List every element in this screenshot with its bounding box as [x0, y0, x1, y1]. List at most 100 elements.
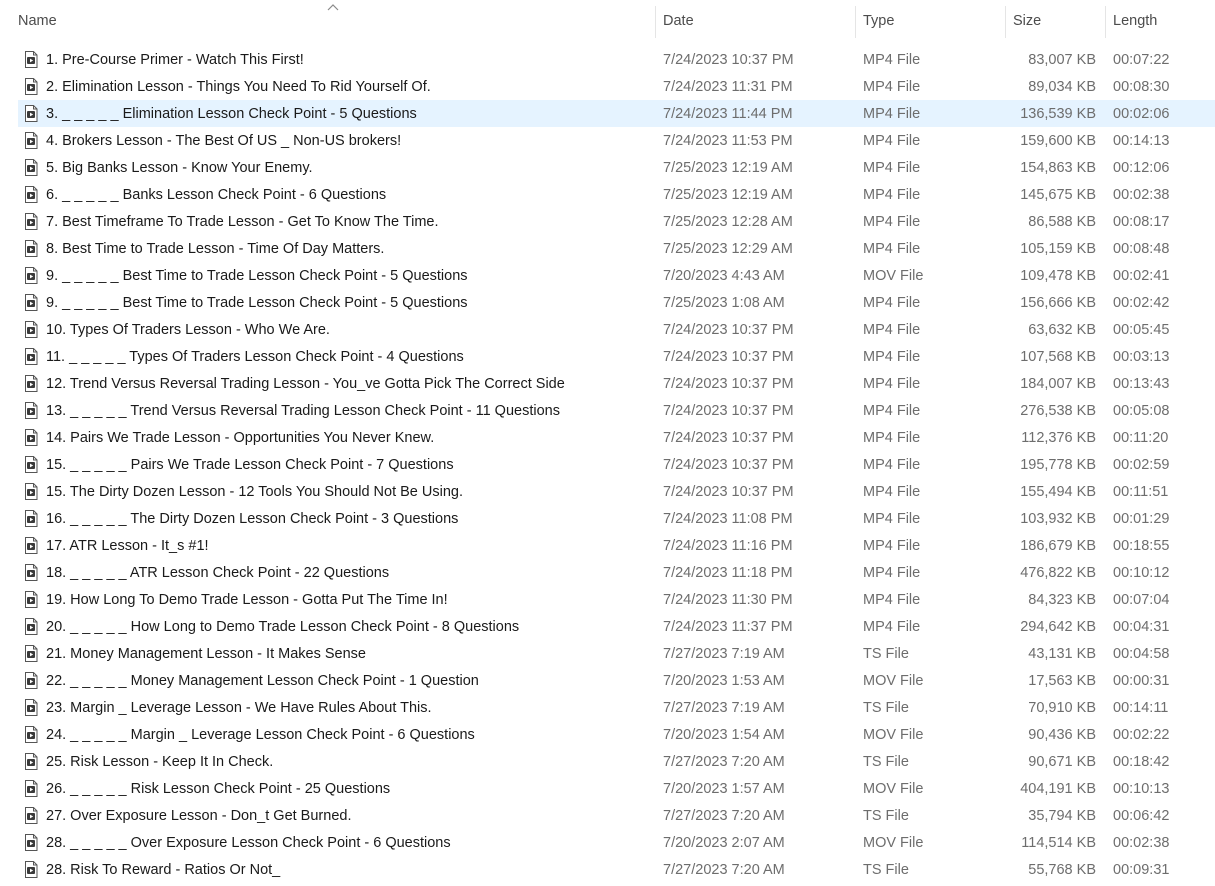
- file-date: 7/25/2023 12:19 AM: [663, 159, 793, 176]
- file-name-cell[interactable]: 27. Over Exposure Lesson - Don_t Get Bur…: [24, 802, 644, 829]
- file-name-cell[interactable]: 8. Best Time to Trade Lesson - Time Of D…: [24, 235, 644, 262]
- file-name-cell[interactable]: 9. _ _ _ _ _ Best Time to Trade Lesson C…: [24, 262, 644, 289]
- file-row[interactable]: 1. Pre-Course Primer - Watch This First!…: [0, 46, 1215, 73]
- file-row[interactable]: 22. _ _ _ _ _ Money Management Lesson Ch…: [0, 667, 1215, 694]
- file-name-cell[interactable]: 15. The Dirty Dozen Lesson - 12 Tools Yo…: [24, 478, 644, 505]
- column-header-name[interactable]: Name: [10, 0, 655, 42]
- file-name-cell[interactable]: 6. _ _ _ _ _ Banks Lesson Check Point - …: [24, 181, 644, 208]
- file-name-cell[interactable]: 28. Risk To Reward - Ratios Or Not_: [24, 856, 644, 883]
- file-name-cell[interactable]: 17. ATR Lesson - It_s #1!: [24, 532, 644, 559]
- file-row[interactable]: 15. _ _ _ _ _ Pairs We Trade Lesson Chec…: [0, 451, 1215, 478]
- file-date: 7/24/2023 11:30 PM: [663, 591, 793, 608]
- file-name-cell[interactable]: 22. _ _ _ _ _ Money Management Lesson Ch…: [24, 667, 644, 694]
- file-name-cell[interactable]: 14. Pairs We Trade Lesson - Opportunitie…: [24, 424, 644, 451]
- file-row[interactable]: 8. Best Time to Trade Lesson - Time Of D…: [0, 235, 1215, 262]
- file-type: MP4 File: [863, 429, 921, 446]
- file-name: 3. _ _ _ _ _ Elimination Lesson Check Po…: [46, 105, 417, 122]
- file-row[interactable]: 6. _ _ _ _ _ Banks Lesson Check Point - …: [0, 181, 1215, 208]
- file-name-cell[interactable]: 18. _ _ _ _ _ ATR Lesson Check Point - 2…: [24, 559, 644, 586]
- file-row[interactable]: 13. _ _ _ _ _ Trend Versus Reversal Trad…: [0, 397, 1215, 424]
- file-row[interactable]: 23. Margin _ Leverage Lesson - We Have R…: [0, 694, 1215, 721]
- file-name-cell[interactable]: 3. _ _ _ _ _ Elimination Lesson Check Po…: [24, 100, 644, 127]
- file-length: 00:07:04: [1113, 591, 1170, 608]
- file-type: MOV File: [863, 672, 924, 689]
- file-row[interactable]: 17. ATR Lesson - It_s #1! 7/24/2023 11:16…: [0, 532, 1215, 559]
- file-row[interactable]: 20. _ _ _ _ _ How Long to Demo Trade Les…: [0, 613, 1215, 640]
- file-row[interactable]: 16. _ _ _ _ _ The Dirty Dozen Lesson Che…: [0, 505, 1215, 532]
- file-name-cell[interactable]: 28. _ _ _ _ _ Over Exposure Lesson Check…: [24, 829, 644, 856]
- file-row[interactable]: 7. Best Timeframe To Trade Lesson - Get …: [0, 208, 1215, 235]
- file-name-cell[interactable]: 23. Margin _ Leverage Lesson - We Have R…: [24, 694, 644, 721]
- file-size: 114,514 KB: [1021, 834, 1096, 851]
- file-length: 00:03:13: [1113, 348, 1170, 365]
- file-length: 00:10:13: [1113, 780, 1170, 797]
- file-size: 136,539 KB: [1020, 105, 1096, 122]
- file-name: 8. Best Time to Trade Lesson - Time Of D…: [46, 240, 385, 257]
- file-type: MOV File: [863, 267, 924, 284]
- file-date: 7/24/2023 11:44 PM: [663, 105, 793, 122]
- file-name-cell[interactable]: 19. How Long To Demo Trade Lesson - Gott…: [24, 586, 644, 613]
- file-type: MP4 File: [863, 78, 921, 95]
- file-name: 28. Risk To Reward - Ratios Or Not_: [46, 861, 281, 878]
- file-row[interactable]: 4. Brokers Lesson - The Best Of US _ Non…: [0, 127, 1215, 154]
- file-row[interactable]: 24. _ _ _ _ _ Margin _ Leverage Lesson C…: [0, 721, 1215, 748]
- file-row[interactable]: 15. The Dirty Dozen Lesson - 12 Tools Yo…: [0, 478, 1215, 505]
- file-row[interactable]: 25. Risk Lesson - Keep It In Check. 7/27/…: [0, 748, 1215, 775]
- file-name-cell[interactable]: 12. Trend Versus Reversal Trading Lesson…: [24, 370, 644, 397]
- file-row[interactable]: 2. Elimination Lesson - Things You Need …: [0, 73, 1215, 100]
- file-name-cell[interactable]: 20. _ _ _ _ _ How Long to Demo Trade Les…: [24, 613, 644, 640]
- file-row[interactable]: 9. _ _ _ _ _ Best Time to Trade Lesson C…: [0, 262, 1215, 289]
- file-name-cell[interactable]: 2. Elimination Lesson - Things You Need …: [24, 73, 644, 100]
- file-name-cell[interactable]: 9. _ _ _ _ _ Best Time to Trade Lesson C…: [24, 289, 644, 316]
- video-file-icon: [24, 672, 38, 689]
- file-row[interactable]: 26. _ _ _ _ _ Risk Lesson Check Point - …: [0, 775, 1215, 802]
- column-header-length[interactable]: Length: [1105, 0, 1215, 42]
- file-row[interactable]: 27. Over Exposure Lesson - Don_t Get Bur…: [0, 802, 1215, 829]
- file-length: 00:09:31: [1113, 861, 1170, 878]
- file-name-cell[interactable]: 13. _ _ _ _ _ Trend Versus Reversal Trad…: [24, 397, 644, 424]
- file-name-cell[interactable]: 21. Money Management Lesson - It Makes S…: [24, 640, 644, 667]
- file-name-cell[interactable]: 15. _ _ _ _ _ Pairs We Trade Lesson Chec…: [24, 451, 644, 478]
- file-name: 11. _ _ _ _ _ Types Of Traders Lesson Ch…: [46, 348, 464, 365]
- file-type: MP4 File: [863, 618, 921, 635]
- file-date: 7/20/2023 1:53 AM: [663, 672, 785, 689]
- file-name-cell[interactable]: 16. _ _ _ _ _ The Dirty Dozen Lesson Che…: [24, 505, 644, 532]
- file-name-cell[interactable]: 4. Brokers Lesson - The Best Of US _ Non…: [24, 127, 644, 154]
- video-file-icon: [24, 780, 38, 797]
- file-size: 112,376 KB: [1021, 429, 1096, 446]
- file-date: 7/24/2023 11:37 PM: [663, 618, 793, 635]
- file-length: 00:02:06: [1113, 105, 1170, 122]
- file-row[interactable]: 21. Money Management Lesson - It Makes S…: [0, 640, 1215, 667]
- file-row[interactable]: 28. _ _ _ _ _ Over Exposure Lesson Check…: [0, 829, 1215, 856]
- file-name-cell[interactable]: 10. Types Of Traders Lesson - Who We Are…: [24, 316, 644, 343]
- file-row[interactable]: 28. Risk To Reward - Ratios Or Not_ 7/27/…: [0, 856, 1215, 883]
- file-name-cell[interactable]: 7. Best Timeframe To Trade Lesson - Get …: [24, 208, 644, 235]
- file-size: 90,671 KB: [1028, 753, 1096, 770]
- file-size: 145,675 KB: [1020, 186, 1096, 203]
- column-header-type[interactable]: Type: [855, 0, 1005, 42]
- file-row[interactable]: 11. _ _ _ _ _ Types Of Traders Lesson Ch…: [0, 343, 1215, 370]
- file-row[interactable]: 3. _ _ _ _ _ Elimination Lesson Check Po…: [0, 100, 1215, 127]
- file-name-cell[interactable]: 24. _ _ _ _ _ Margin _ Leverage Lesson C…: [24, 721, 644, 748]
- file-name-cell[interactable]: 26. _ _ _ _ _ Risk Lesson Check Point - …: [24, 775, 644, 802]
- file-row[interactable]: 12. Trend Versus Reversal Trading Lesson…: [0, 370, 1215, 397]
- file-row[interactable]: 19. How Long To Demo Trade Lesson - Gott…: [0, 586, 1215, 613]
- file-row[interactable]: 9. _ _ _ _ _ Best Time to Trade Lesson C…: [0, 289, 1215, 316]
- file-name-cell[interactable]: 1. Pre-Course Primer - Watch This First!: [24, 46, 644, 73]
- file-name: 27. Over Exposure Lesson - Don_t Get Bur…: [46, 807, 352, 824]
- file-row[interactable]: 18. _ _ _ _ _ ATR Lesson Check Point - 2…: [0, 559, 1215, 586]
- column-header-size[interactable]: Size: [1005, 0, 1105, 42]
- file-name-cell[interactable]: 25. Risk Lesson - Keep It In Check.: [24, 748, 644, 775]
- file-name-cell[interactable]: 5. Big Banks Lesson - Know Your Enemy.: [24, 154, 644, 181]
- file-row[interactable]: 10. Types Of Traders Lesson - Who We Are…: [0, 316, 1215, 343]
- file-length: 00:04:58: [1113, 645, 1170, 662]
- video-file-icon: [24, 105, 38, 122]
- column-header-bar: Name Date Type Size Length: [0, 0, 1215, 42]
- file-row[interactable]: 5. Big Banks Lesson - Know Your Enemy. 7/…: [0, 154, 1215, 181]
- file-length: 00:07:22: [1113, 51, 1170, 68]
- file-row[interactable]: 14. Pairs We Trade Lesson - Opportunitie…: [0, 424, 1215, 451]
- file-date: 7/24/2023 10:37 PM: [663, 402, 794, 419]
- file-length: 00:08:48: [1113, 240, 1170, 257]
- column-header-date[interactable]: Date: [655, 0, 855, 42]
- file-name-cell[interactable]: 11. _ _ _ _ _ Types Of Traders Lesson Ch…: [24, 343, 644, 370]
